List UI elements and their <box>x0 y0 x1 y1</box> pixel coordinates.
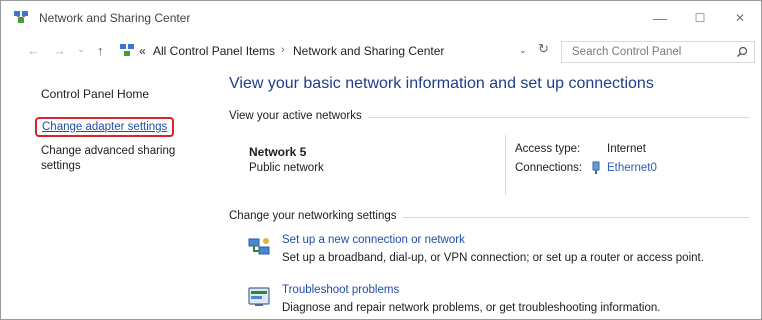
refresh-button[interactable]: ↻ <box>538 41 549 57</box>
breadcrumb-overflow[interactable]: « <box>139 44 146 58</box>
minimize-button[interactable]: — <box>641 7 679 29</box>
window: Network and Sharing Center — ☐ ✕ ← → ⌄ ↑… <box>0 0 762 320</box>
troubleshoot-problems-link[interactable]: Troubleshoot problems <box>282 284 399 296</box>
network-name: Network 5 <box>249 145 307 159</box>
window-title: Network and Sharing Center <box>39 11 191 25</box>
breadcrumb-separator[interactable]: › <box>281 44 285 56</box>
search-icon[interactable] <box>736 45 748 63</box>
ethernet-connection-link[interactable]: Ethernet0 <box>607 162 657 174</box>
set-up-connection-link[interactable]: Set up a new connection or network <box>282 234 465 246</box>
control-panel-home-link[interactable]: Control Panel Home <box>41 87 149 101</box>
breadcrumb: « All Control Panel Items › Network and … <box>119 41 539 61</box>
network-divider <box>505 135 506 195</box>
access-type-value: Internet <box>607 143 646 155</box>
change-settings-label: Change your networking settings <box>229 210 403 222</box>
breadcrumb-all-items[interactable]: All Control Panel Items <box>153 44 275 58</box>
sidebar: Control Panel Home Change adapter settin… <box>1 65 211 319</box>
change-adapter-settings-link[interactable]: Change adapter settings <box>35 117 175 137</box>
troubleshoot-description: Diagnose and repair network problems, or… <box>282 302 661 314</box>
network-setup-icon <box>247 235 271 264</box>
set-up-connection-description: Set up a broadband, dial-up, or VPN conn… <box>282 252 704 264</box>
address-dropdown-icon[interactable]: ⌄ <box>519 45 527 56</box>
change-advanced-sharing-link[interactable]: Change advanced sharing settings <box>41 144 201 174</box>
network-center-icon <box>13 10 29 29</box>
access-type-label: Access type: <box>515 143 581 155</box>
up-button[interactable]: ↑ <box>97 43 104 58</box>
active-networks-label: View your active networks <box>229 110 368 122</box>
forward-button[interactable]: → <box>53 43 66 58</box>
ethernet-icon <box>591 161 601 180</box>
breadcrumb-network-center[interactable]: Network and Sharing Center <box>293 44 444 58</box>
troubleshoot-icon <box>247 285 271 314</box>
search-box[interactable] <box>561 41 755 63</box>
connections-label: Connections: <box>515 162 583 174</box>
network-category: Public network <box>249 162 324 174</box>
main-content: View your basic network information and … <box>229 65 759 319</box>
close-button[interactable]: ✕ <box>721 7 759 29</box>
maximize-button[interactable]: ☐ <box>681 7 719 29</box>
title-bar: Network and Sharing Center — ☐ ✕ <box>1 1 761 35</box>
search-input[interactable] <box>570 44 734 60</box>
task-new-connection: Set up a new connection or network Set u… <box>247 231 747 267</box>
task-troubleshoot: Troubleshoot problems Diagnose and repai… <box>247 281 747 317</box>
recent-locations-button[interactable]: ⌄ <box>77 44 85 55</box>
address-bar: ← → ⌄ ↑ « All Control Panel Items › Netw… <box>1 35 761 65</box>
back-button[interactable]: ← <box>27 43 40 58</box>
control-panel-icon <box>119 43 135 62</box>
page-title: View your basic network information and … <box>229 75 654 92</box>
